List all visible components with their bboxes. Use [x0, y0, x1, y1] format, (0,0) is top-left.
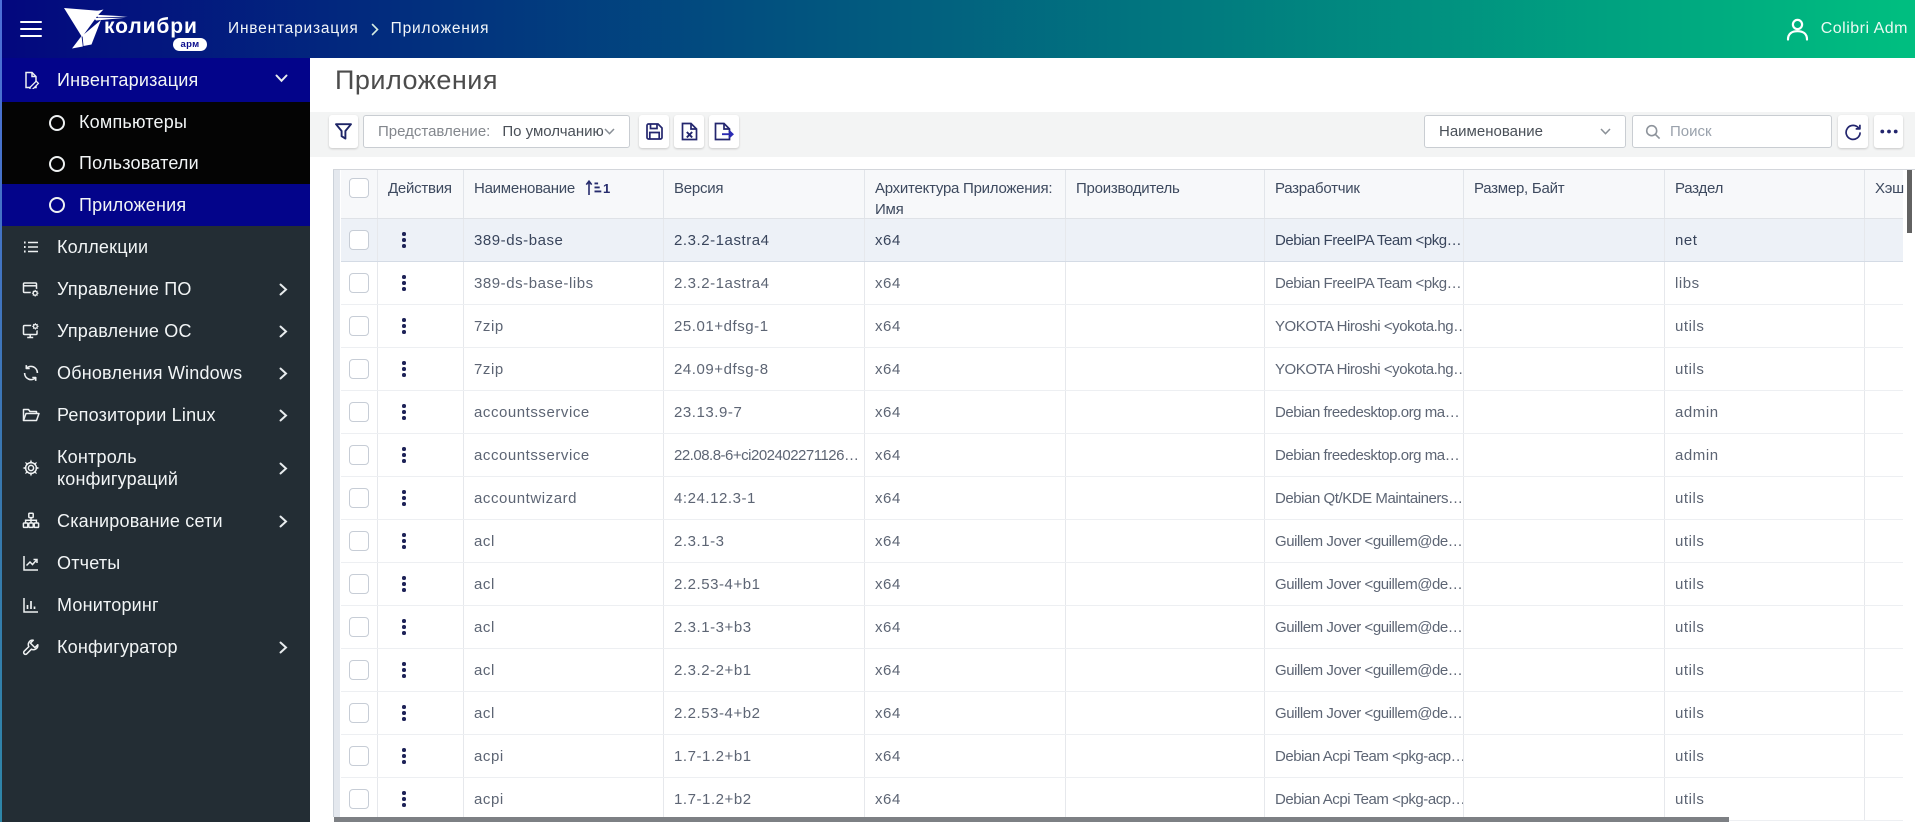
- svg-text:1: 1: [603, 181, 610, 196]
